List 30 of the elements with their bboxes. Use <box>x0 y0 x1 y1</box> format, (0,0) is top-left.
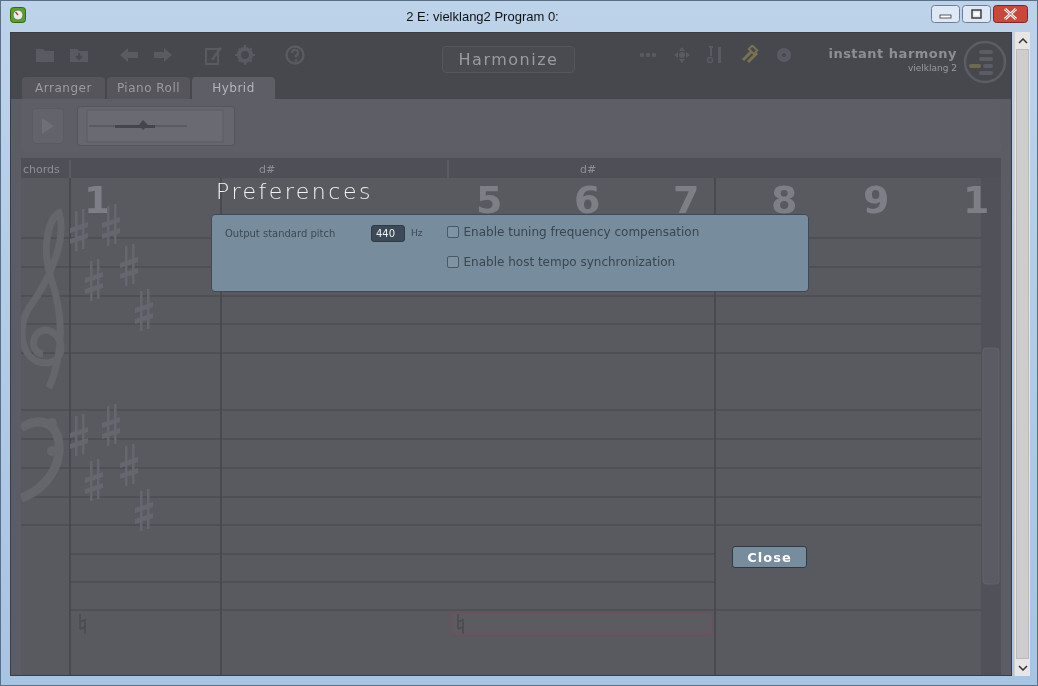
close-button[interactable]: Close <box>732 546 807 568</box>
chord-label: d# <box>259 163 276 176</box>
scrollbar[interactable] <box>1014 32 1030 676</box>
checkbox[interactable] <box>446 226 459 238</box>
tab[interactable]: Piano Roll <box>107 77 190 99</box>
maximize-button[interactable] <box>962 5 991 23</box>
unit-label: Hz <box>411 228 423 238</box>
harmonize-button[interactable]: Harmonize <box>442 45 575 73</box>
logo-icon <box>963 40 1007 84</box>
app-icon <box>10 7 26 23</box>
timeline-display[interactable] <box>77 105 235 146</box>
option-label: Enable tuning frequency compensation <box>463 225 700 239</box>
minimize-button[interactable] <box>931 5 960 23</box>
tab[interactable]: Arranger <box>22 77 105 99</box>
scroll-up-icon[interactable] <box>1017 37 1028 44</box>
natural-sign-icon <box>457 613 464 635</box>
window-title: 2 E: vielklang2 Program 0: <box>405 8 560 24</box>
dialog-title: Preferences <box>216 179 373 204</box>
scroll-down-icon[interactable] <box>1017 664 1028 671</box>
chord-label: d# <box>580 163 597 176</box>
brand-name: instant harmony <box>828 45 957 61</box>
option-label: Enable host tempo synchronization <box>463 255 676 269</box>
pitch-field[interactable]: 440 <box>371 225 405 242</box>
brand-version: vielklang 2 <box>906 62 957 73</box>
tab[interactable]: Hybrid <box>192 77 275 99</box>
close-button[interactable] <box>993 5 1028 23</box>
pitch-label: Output standard pitch <box>225 228 337 239</box>
link-icon[interactable] <box>740 45 760 65</box>
chords-label: chords <box>23 163 60 176</box>
checkbox[interactable] <box>446 256 459 268</box>
